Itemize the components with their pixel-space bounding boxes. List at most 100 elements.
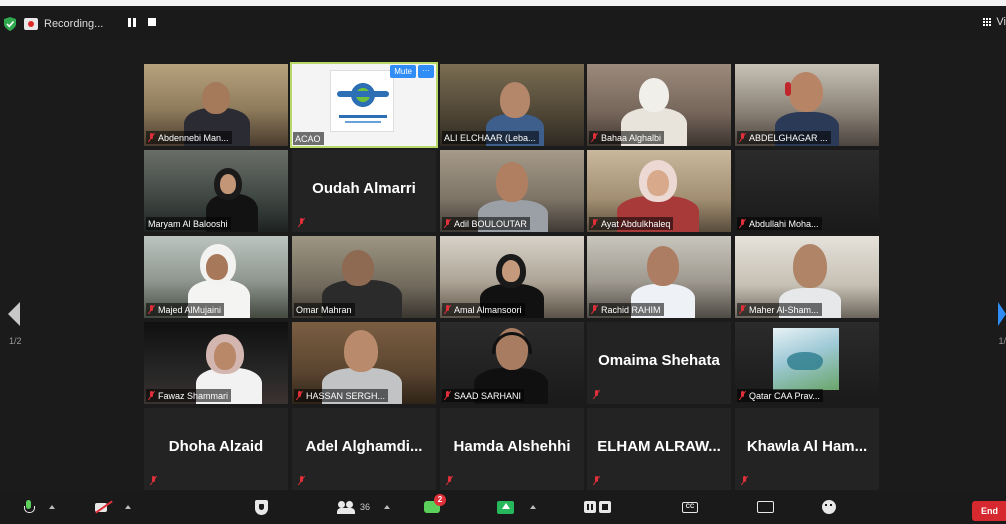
participant-tile[interactable]: ELHAM ALRAW...: [587, 408, 731, 490]
reactions-icon: [822, 500, 836, 514]
participant-tile[interactable]: Qatar CAA Prav...: [735, 322, 879, 404]
participant-name: Adel Alghamdi...: [305, 438, 423, 455]
share-options-caret-icon[interactable]: [530, 505, 536, 509]
record-controls-icon: [584, 501, 611, 513]
muted-mic-icon: [148, 304, 156, 315]
recording-label: Recording...: [44, 18, 104, 30]
previous-page-arrow-icon[interactable]: [8, 302, 20, 326]
participant-tile[interactable]: Bahaa Alghalbi: [587, 64, 731, 146]
muted-mic-icon: [741, 476, 749, 486]
participant-nameplate: Qatar CAA Prav...: [737, 389, 823, 402]
participant-nameplate: SAAD SARHANI: [442, 389, 525, 402]
muted-mic-icon: [739, 132, 747, 143]
muted-mic-icon: [298, 476, 306, 486]
muted-mic-icon: [591, 304, 599, 315]
participant-nameplate: Abdullahi Moha...: [737, 217, 822, 230]
muted-mic-icon: [444, 304, 452, 315]
security-shield-icon[interactable]: [4, 17, 16, 31]
participant-nameplate: Omar Mahran: [294, 303, 355, 316]
closed-caption-icon: CC: [682, 501, 698, 513]
participant-tile[interactable]: Abdennebi Man...: [144, 64, 288, 146]
participant-tile[interactable]: ALI ELCHAAR (Leba...: [440, 64, 584, 146]
participant-name: Dhoha Alzaid: [168, 438, 264, 455]
participant-tile[interactable]: Majed AlMujaini: [144, 236, 288, 318]
microphone-icon: [24, 500, 35, 514]
breakout-rooms-button[interactable]: [757, 499, 774, 515]
recording-controls: [128, 18, 156, 27]
mute-button[interactable]: [24, 499, 55, 515]
gallery-grid-icon: [983, 17, 992, 27]
mute-participant-button[interactable]: Mute: [390, 65, 416, 78]
view-button[interactable]: Vi: [983, 16, 1006, 28]
participant-tile[interactable]: Rachid RAHIM: [587, 236, 731, 318]
share-screen-button[interactable]: [497, 499, 536, 515]
participant-nameplate: Abdennebi Man...: [146, 131, 232, 144]
participant-tile[interactable]: Maryam Al Balooshi: [144, 150, 288, 232]
pause-recording-icon[interactable]: [128, 18, 136, 27]
muted-mic-icon: [148, 390, 156, 401]
participant-tile[interactable]: Khawla Al Ham...: [735, 408, 879, 490]
participant-tile-active-speaker[interactable]: Mute ··· ACAO: [290, 62, 438, 148]
cloud-record-icon: [24, 18, 38, 30]
meeting-toolbar: 36 2 CC End: [0, 490, 1006, 524]
video-off-icon: [95, 501, 113, 513]
muted-mic-icon: [591, 218, 599, 229]
participant-tile[interactable]: Fawaz Shammari: [144, 322, 288, 404]
participant-tile[interactable]: Dhoha Alzaid: [144, 408, 288, 490]
muted-mic-icon: [148, 132, 156, 143]
more-options-button[interactable]: ···: [418, 65, 434, 78]
participants-count: 36: [360, 502, 371, 512]
participant-nameplate: ACAO: [293, 132, 324, 145]
participant-tile[interactable]: Abdullahi Moha...: [735, 150, 879, 232]
recording-toggle-button[interactable]: [584, 499, 611, 515]
participant-nameplate: Adil BOULOUTAR: [442, 217, 530, 230]
participant-name: Omaima Shehata: [598, 352, 720, 369]
stop-recording-icon[interactable]: [148, 18, 156, 26]
page-indicator-right: 1/: [998, 336, 1006, 346]
participant-name: Khawla Al Ham...: [746, 438, 868, 455]
share-screen-icon: [497, 500, 514, 514]
participant-tile[interactable]: Omaima Shehata: [587, 322, 731, 404]
participant-tile[interactable]: Adil BOULOUTAR: [440, 150, 584, 232]
participants-caret-icon[interactable]: [384, 505, 391, 509]
start-video-button[interactable]: [95, 499, 131, 515]
participant-tile[interactable]: Oudah Almarri: [292, 150, 436, 232]
security-button[interactable]: [255, 499, 268, 515]
participant-name: Hamda Alshehhi: [453, 438, 571, 455]
recording-indicator: Recording...: [24, 15, 103, 33]
participant-tile[interactable]: Maher Al-Sham...: [735, 236, 879, 318]
muted-mic-icon: [739, 304, 747, 315]
participants-button[interactable]: 36: [337, 499, 391, 515]
participant-tile[interactable]: SAAD SARHANI: [440, 322, 584, 404]
video-options-caret-icon[interactable]: [125, 505, 131, 509]
participant-tile[interactable]: ABDELGHAGAR ...: [735, 64, 879, 146]
breakout-rooms-icon: [757, 501, 774, 513]
reactions-button[interactable]: [822, 499, 836, 515]
muted-mic-icon: [446, 476, 454, 486]
participant-tile[interactable]: Amal Almansoori: [440, 236, 584, 318]
chat-icon: 2: [424, 494, 446, 513]
participant-nameplate: ABDELGHAGAR ...: [737, 131, 831, 144]
participant-nameplate: HASSAN SERGH...: [294, 389, 389, 402]
headset-icon: [785, 82, 791, 96]
participant-nameplate: Ayat Abdulkhaleq: [589, 217, 674, 230]
participant-tile[interactable]: Hamda Alshehhi: [440, 408, 584, 490]
participant-tile[interactable]: Adel Alghamdi...: [292, 408, 436, 490]
acao-logo: [330, 70, 394, 132]
participants-icon: [337, 501, 356, 514]
security-icon: [255, 499, 268, 515]
participant-tile[interactable]: Ayat Abdulkhaleq: [587, 150, 731, 232]
participant-tile[interactable]: HASSAN SERGH...: [292, 322, 436, 404]
participant-tile[interactable]: Omar Mahran: [292, 236, 436, 318]
muted-mic-icon: [296, 390, 304, 401]
muted-mic-icon: [298, 218, 306, 228]
closed-caption-button[interactable]: CC: [682, 499, 698, 515]
participant-nameplate: Maher Al-Sham...: [737, 303, 822, 316]
muted-mic-icon: [150, 476, 158, 486]
audio-options-caret-icon[interactable]: [49, 505, 55, 509]
gallery-view: 1/2 1/ Abdennebi Man... Mute ··· ACAO AL…: [0, 40, 1006, 490]
next-page-arrow-icon[interactable]: [998, 302, 1006, 326]
chat-button[interactable]: 2: [424, 494, 446, 515]
end-meeting-button[interactable]: End: [972, 501, 1006, 521]
participant-nameplate: Rachid RAHIM: [589, 303, 664, 316]
